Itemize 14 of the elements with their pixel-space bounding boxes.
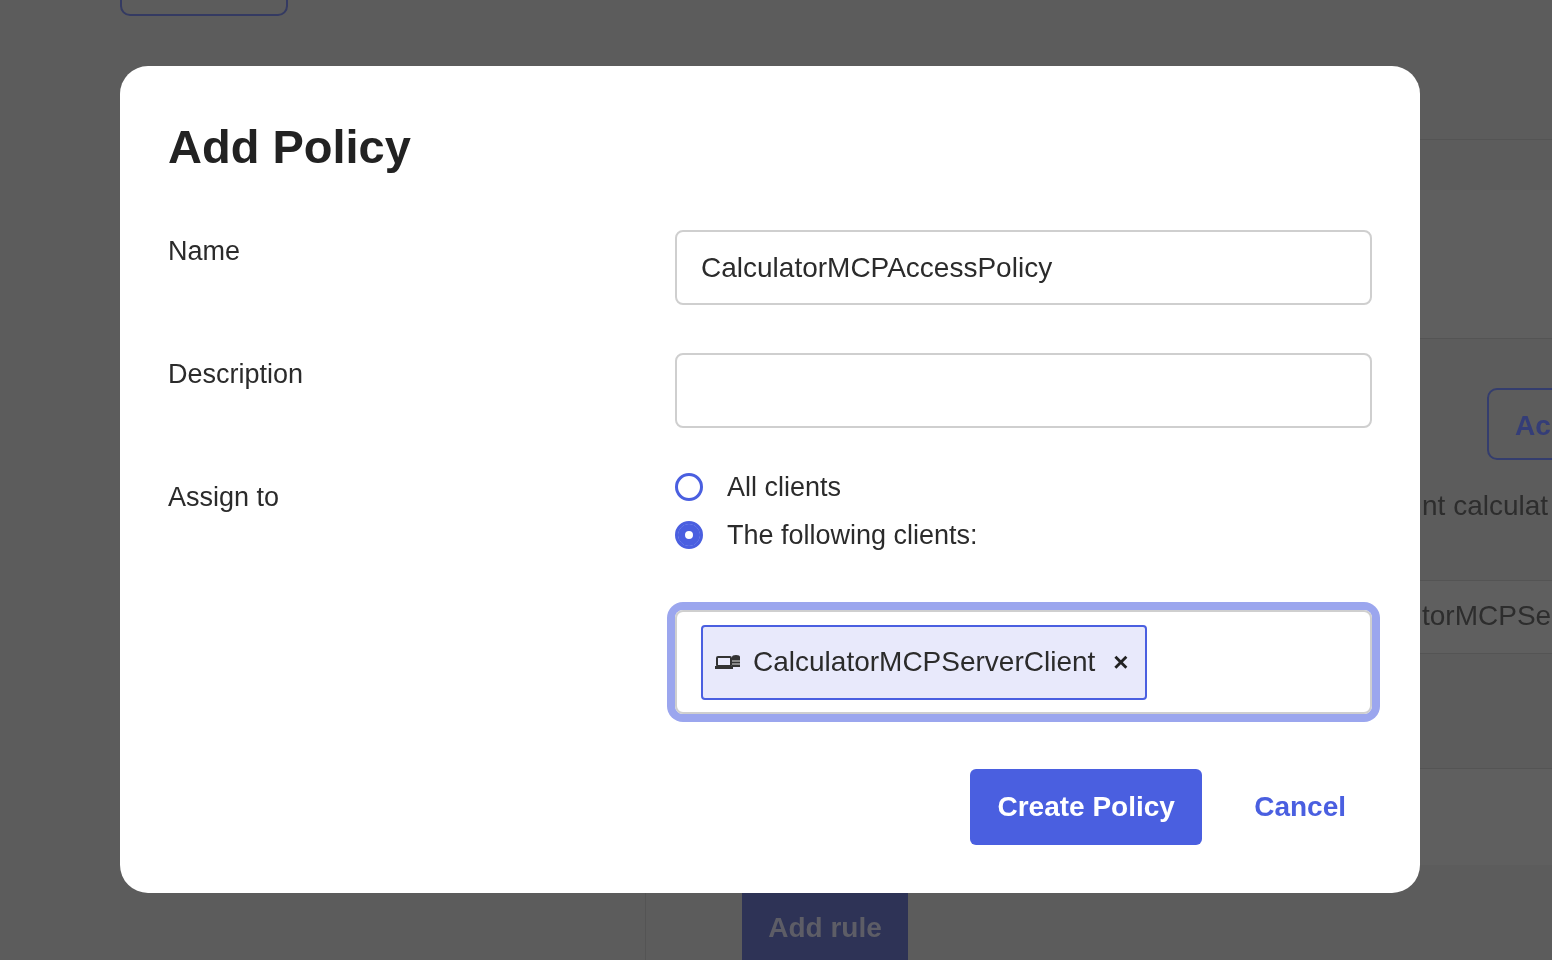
radio-button[interactable]: [675, 521, 703, 549]
remove-chip-button[interactable]: ×: [1107, 646, 1129, 678]
radio-label[interactable]: The following clients:: [727, 519, 978, 551]
radio-label[interactable]: All clients: [727, 471, 842, 503]
description-field[interactable]: [675, 353, 1372, 428]
chip-label: CalculatorMCPServerClient: [753, 646, 1096, 678]
name-label: Name: [168, 235, 242, 268]
name-field[interactable]: CalculatorMCPAccessPolicy: [675, 230, 1372, 305]
assign-to-label: Assign to: [168, 481, 281, 514]
dialog-title: Add Policy: [168, 119, 412, 175]
radio-button[interactable]: [675, 473, 703, 501]
cancel-button[interactable]: Cancel: [1228, 791, 1372, 823]
description-label: Description: [168, 358, 305, 391]
create-policy-button[interactable]: Create Policy: [970, 769, 1203, 845]
